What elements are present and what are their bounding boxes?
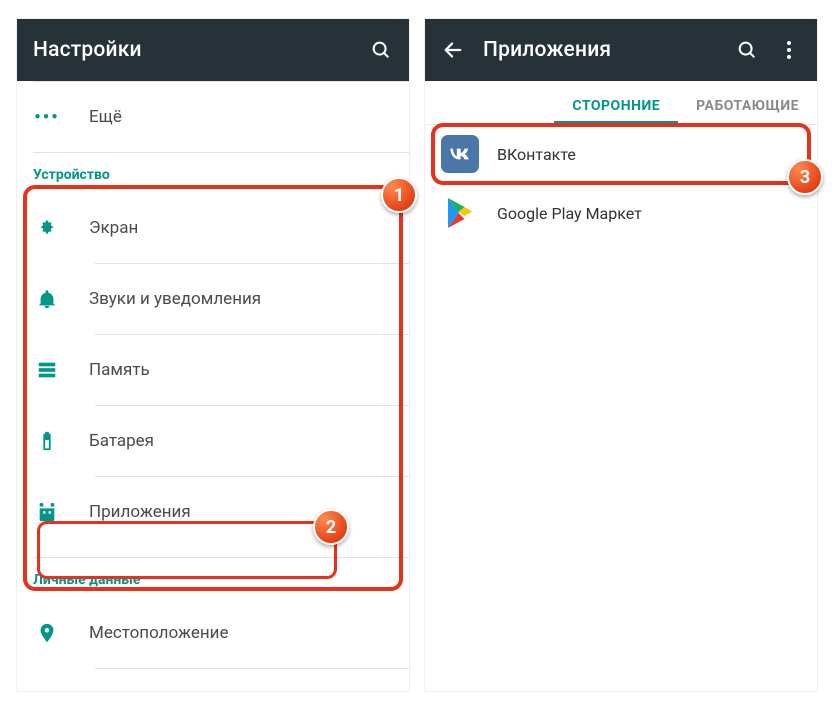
vk-icon [441,135,479,173]
step-badge-3: 3 [787,159,823,195]
row-screen-label: Экран [89,218,138,238]
appbar-title: Настройки [33,38,351,62]
appbar-settings: Настройки [17,19,409,81]
overflow-icon[interactable] [777,38,801,62]
phone-settings: Настройки ••• Ещё Устройство Экран Звуки… [16,18,410,692]
search-icon[interactable] [735,38,759,62]
step-badge-2: 2 [313,509,349,545]
tabs: СТОРОННИЕ РАБОТАЮЩИЕ [425,81,817,125]
phone-apps: Приложения СТОРОННИЕ РАБОТАЮЩИЕ ВКонтакт… [424,18,818,692]
row-battery[interactable]: Батарея [17,406,409,476]
step-badge-1: 1 [381,177,417,213]
app-row-play[interactable]: Google Play Маркет [425,184,817,242]
appbar-apps-title: Приложения [483,38,717,62]
row-more-label: Ещё [89,107,122,127]
bell-icon [35,287,59,311]
battery-icon [35,429,59,453]
section-device: Устройство [17,153,409,193]
row-sounds-label: Звуки и уведомления [89,289,261,309]
tab-running[interactable]: РАБОТАЮЩИЕ [678,98,817,124]
app-row-vk[interactable]: ВКонтакте [425,125,817,183]
more-icon: ••• [35,105,59,129]
location-icon [35,621,59,645]
brightness-icon [35,216,59,240]
section-personal: Личные данные [17,558,409,598]
back-icon[interactable] [441,38,465,62]
row-more[interactable]: ••• Ещё [17,82,409,152]
row-location-label: Местоположение [89,623,229,643]
row-memory[interactable]: Память [17,335,409,405]
row-apps[interactable]: Приложения [17,477,409,547]
apps-icon [35,500,59,524]
row-sounds[interactable]: Звуки и уведомления [17,264,409,334]
storage-icon [35,358,59,382]
search-icon[interactable] [369,38,393,62]
play-store-icon [441,194,479,232]
row-location[interactable]: Местоположение [17,598,409,668]
row-apps-label: Приложения [89,502,191,522]
row-battery-label: Батарея [89,431,154,451]
row-memory-label: Память [89,360,150,380]
app-play-label: Google Play Маркет [497,204,642,223]
app-vk-label: ВКонтакте [497,145,576,164]
tab-third-party[interactable]: СТОРОННИЕ [554,98,678,124]
appbar-apps: Приложения [425,19,817,81]
row-screen[interactable]: Экран [17,193,409,263]
